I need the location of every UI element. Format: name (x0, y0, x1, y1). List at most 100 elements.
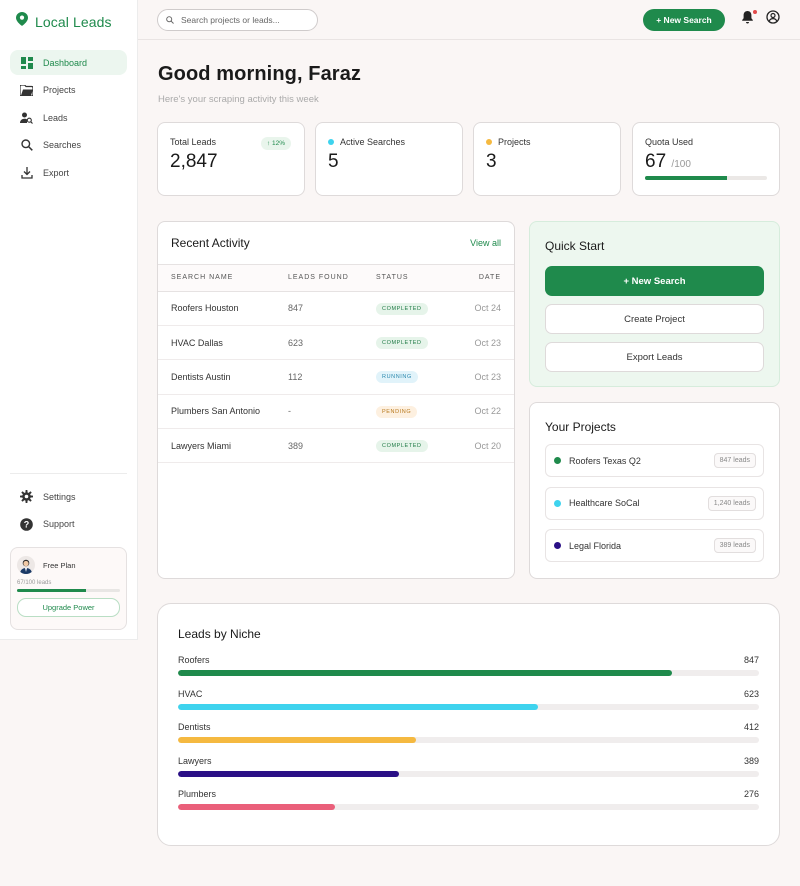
column-header[interactable]: DATE (462, 265, 514, 292)
project-item[interactable]: Healthcare SoCal 1,240 leads (545, 486, 764, 520)
niche-value: 389 (743, 755, 759, 766)
niche-bar-fill (178, 737, 417, 743)
stat-card-active-searches: Active Searches 5 (315, 122, 463, 196)
sidebar-item-leads[interactable]: Leads (10, 105, 127, 130)
page-title: Good morning, Faraz (158, 63, 362, 85)
quota-bar (645, 176, 767, 180)
plan-usage-bar (17, 589, 120, 592)
search-box[interactable] (157, 9, 318, 31)
sidebar-item-projects[interactable]: Projects (10, 78, 127, 103)
notification-dot (753, 10, 757, 14)
quick-new-search-button[interactable]: + New Search (545, 266, 764, 296)
stat-card-total-leads: Total Leads ↑ 12% 2,847 (157, 122, 305, 196)
project-lead-count: 389 leads (713, 538, 756, 553)
date: Oct 23 (462, 325, 514, 361)
column-header[interactable]: STATUS (376, 265, 462, 292)
table-row[interactable]: HVAC Dallas 623 COMPLETED Oct 23 (158, 325, 514, 361)
project-item[interactable]: Legal Florida 389 leads (545, 529, 764, 562)
table-row[interactable]: Roofers Houston 847 COMPLETED Oct 24 (158, 291, 514, 326)
status-badge: PENDING (376, 405, 418, 418)
view-all-link[interactable]: View all (470, 238, 501, 248)
trend-badge: ↑ 12% (260, 137, 291, 150)
table-row[interactable]: Lawyers Miami 389 COMPLETED Oct 20 (158, 428, 514, 464)
project-name: Healthcare SoCal (569, 498, 640, 508)
leads-found: 112 (288, 359, 376, 395)
date: Oct 22 (462, 394, 514, 430)
app-name: Local Leads (35, 13, 112, 30)
export-leads-button[interactable]: Export Leads (545, 342, 764, 372)
column-header[interactable]: LEADS FOUND (288, 265, 376, 292)
sidebar-item-label: Support (43, 519, 75, 530)
panel-title: Your Projects (545, 420, 616, 434)
plan-usage-fill (17, 589, 86, 592)
niche-bar-track (178, 737, 759, 743)
sidebar-item-export[interactable]: Export (10, 160, 127, 185)
project-name: Roofers Texas Q2 (569, 455, 641, 466)
stat-value: 67 (645, 151, 667, 172)
quota-fill (645, 176, 727, 180)
topbar: + New Search (138, 0, 800, 40)
sidebar-item-label: Export (43, 167, 70, 178)
activity-table: SEARCH NAME LEADS FOUND STATUS DATE Roof… (158, 265, 514, 464)
stat-label: Active Searches (340, 137, 406, 147)
status-badge: COMPLETED (376, 440, 428, 453)
date: Oct 20 (462, 428, 514, 464)
project-name: Legal Florida (569, 540, 622, 551)
download-icon (20, 166, 33, 179)
sidebar-item-support[interactable]: ? Support (10, 512, 127, 537)
column-header[interactable]: SEARCH NAME (158, 265, 288, 292)
stat-card-quota: Quota Used 67 /100 (632, 122, 780, 196)
search-input[interactable] (181, 15, 311, 25)
niche-bar-track (178, 703, 759, 710)
sidebar-item-settings[interactable]: Settings (10, 484, 127, 509)
sidebar-item-label: Projects (43, 85, 76, 96)
stat-value: 3 (486, 151, 497, 172)
project-color-dot (554, 457, 561, 464)
niche-bar-fill (178, 770, 399, 777)
help-icon: ? (20, 517, 33, 531)
niche-value: 623 (743, 688, 759, 699)
niche-row: Dentists 412 (178, 722, 759, 743)
niche-row: HVAC 623 (178, 689, 759, 710)
avatar (17, 556, 35, 574)
sidebar-item-searches[interactable]: Searches (10, 133, 127, 158)
table-row[interactable]: Dentists Austin 112 RUNNING Oct 23 (158, 359, 514, 395)
stat-label: Projects (498, 137, 531, 147)
create-project-button[interactable]: Create Project (545, 304, 764, 334)
folder-icon (20, 84, 33, 97)
search-name: HVAC Dallas (158, 325, 288, 361)
notifications-button[interactable] (741, 10, 757, 24)
sidebar-item-dashboard[interactable]: Dashboard (10, 50, 127, 75)
date: Oct 24 (462, 291, 514, 326)
search-icon (166, 11, 174, 29)
niche-value: 276 (743, 789, 759, 799)
niche-bar-fill (178, 670, 672, 676)
leads-found: 623 (288, 325, 376, 361)
sidebar-item-label: Dashboard (43, 57, 88, 68)
search-name: Dentists Austin (158, 359, 288, 395)
plan-usage-text: 67/100 leads (17, 580, 52, 586)
panel-title: Recent Activity (171, 236, 250, 250)
account-button[interactable] (766, 10, 780, 24)
map-pin-icon (16, 12, 28, 31)
status-badge: RUNNING (376, 371, 418, 384)
new-search-button[interactable]: + New Search (643, 9, 725, 31)
svg-text:?: ? (24, 519, 30, 529)
main-nav: Dashboard Projects Leads Searches Export (10, 50, 127, 188)
sidebar-item-label: Leads (43, 112, 68, 123)
niche-row: Lawyers 389 (178, 756, 759, 777)
plan-card: Free Plan 67/100 leads Upgrade Power (10, 547, 127, 630)
sidebar: Local Leads Dashboard Projects Leads Sea… (0, 0, 138, 640)
niche-label: HVAC (178, 688, 203, 699)
plan-name: Free Plan (43, 560, 76, 570)
panel-title: Quick Start (545, 239, 605, 253)
table-row[interactable]: Plumbers San Antonio - PENDING Oct 22 (158, 394, 514, 430)
leads-by-niche-panel: Leads by Niche Roofers 847 HVAC 623 Dentis… (157, 603, 780, 846)
app-logo[interactable]: Local Leads (16, 12, 112, 31)
user-circle-icon (766, 10, 780, 28)
niche-bar-track (178, 804, 759, 810)
project-lead-count: 847 leads (713, 453, 756, 468)
upgrade-button[interactable]: Upgrade Power (17, 598, 120, 617)
project-item[interactable]: Roofers Texas Q2 847 leads (545, 444, 764, 477)
niche-label: Roofers (178, 655, 210, 665)
